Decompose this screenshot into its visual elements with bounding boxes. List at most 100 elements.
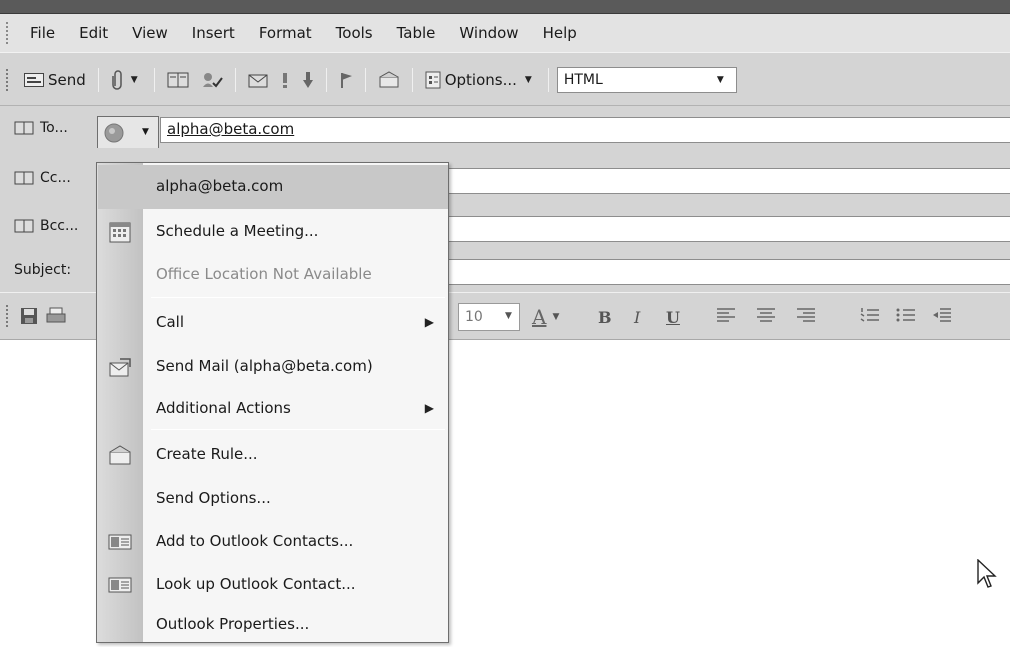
- chevron-down-icon[interactable]: ▼: [127, 75, 142, 85]
- submenu-arrow-icon: ▶: [424, 401, 434, 415]
- menu-help[interactable]: Help: [531, 24, 589, 42]
- message-format-select[interactable]: HTML ▼: [556, 67, 737, 93]
- menu-item-add-to-contacts[interactable]: Add to Outlook Contacts...: [98, 520, 448, 564]
- menu-item-label: Additional Actions: [156, 399, 291, 417]
- signature-envelope-icon: [248, 71, 268, 89]
- menu-table[interactable]: Table: [385, 24, 448, 42]
- menu-tools[interactable]: Tools: [324, 24, 385, 42]
- chevron-down-icon: ▼: [716, 75, 724, 85]
- toolbar-grip-icon[interactable]: [6, 69, 10, 91]
- menu-item-label: Send Mail (alpha@beta.com): [156, 357, 373, 375]
- underline-button[interactable]: U: [666, 303, 680, 331]
- align-right-icon: [796, 307, 816, 327]
- align-center-button[interactable]: [756, 303, 776, 331]
- numbered-list-button[interactable]: [860, 303, 880, 331]
- bulleted-list-button[interactable]: [896, 303, 916, 331]
- menu-item-outlook-properties[interactable]: Outlook Properties...: [98, 603, 448, 647]
- recipient-context-menu: alpha@beta.com Schedule a Meeting... Off…: [96, 162, 449, 643]
- decrease-indent-icon: [932, 307, 952, 327]
- grip-icon[interactable]: [6, 22, 12, 44]
- menu-item-label: Create Rule...: [156, 445, 258, 463]
- menu-window[interactable]: Window: [447, 24, 530, 42]
- menu-item-send-options[interactable]: Send Options...: [98, 477, 448, 521]
- print-icon[interactable]: [46, 307, 66, 329]
- to-field[interactable]: alpha@beta.com: [160, 117, 1010, 143]
- menu-item-label: Outlook Properties...: [156, 615, 310, 633]
- menu-item-additional-actions[interactable]: Additional Actions ▶: [98, 387, 448, 431]
- address-book-icon: [14, 171, 34, 185]
- menu-item-label: Add to Outlook Contacts...: [156, 532, 354, 550]
- menu-item-create-rule[interactable]: Create Rule...: [98, 433, 448, 477]
- rules-icon: [108, 443, 132, 467]
- bcc-button[interactable]: Bcc...: [14, 218, 78, 234]
- menu-item-label: Send Options...: [156, 489, 271, 507]
- chevron-down-icon[interactable]: ▼: [521, 75, 536, 85]
- check-names-button[interactable]: [195, 66, 229, 94]
- menu-item-send-mail[interactable]: Send Mail (alpha@beta.com): [98, 345, 448, 389]
- flag-icon: [339, 71, 353, 89]
- italic-button[interactable]: I: [634, 303, 640, 331]
- align-right-button[interactable]: [796, 303, 816, 331]
- address-book-button[interactable]: [161, 66, 195, 94]
- align-left-button[interactable]: [716, 303, 736, 331]
- send-button[interactable]: Send: [18, 66, 92, 94]
- menu-item-call[interactable]: Call ▶: [98, 301, 448, 345]
- exclamation-icon: [280, 71, 290, 89]
- toolbar-divider: [364, 68, 366, 92]
- to-button[interactable]: To...: [14, 120, 68, 136]
- font-color-icon: A: [532, 305, 547, 329]
- message-format-value: HTML: [563, 72, 603, 88]
- menu-edit[interactable]: Edit: [67, 24, 120, 42]
- font-color-button[interactable]: A ▼: [532, 303, 559, 331]
- menu-insert[interactable]: Insert: [180, 24, 247, 42]
- signature-button[interactable]: [242, 66, 274, 94]
- menu-file[interactable]: File: [18, 24, 67, 42]
- presence-circle-icon: [104, 123, 124, 147]
- cc-button[interactable]: Cc...: [14, 170, 71, 186]
- menu-item-recipient-address[interactable]: alpha@beta.com: [98, 165, 448, 209]
- importance-low-button[interactable]: [296, 66, 320, 94]
- options-button[interactable]: Options... ▼: [419, 66, 542, 94]
- decrease-indent-button[interactable]: [932, 303, 952, 331]
- mouse-pointer-icon: [977, 558, 997, 595]
- options-icon: [425, 71, 441, 89]
- italic-icon: I: [634, 307, 641, 327]
- font-size-select[interactable]: 10 ▼: [458, 303, 520, 331]
- attach-file-button[interactable]: ▼: [105, 66, 148, 94]
- menu-item-label: Office Location Not Available: [156, 265, 372, 283]
- check-names-icon: [201, 71, 223, 89]
- menu-format[interactable]: Format: [247, 24, 324, 42]
- font-size-value: 10: [465, 309, 483, 325]
- importance-high-button[interactable]: [274, 66, 296, 94]
- chevron-down-icon: ▼: [552, 312, 560, 322]
- bold-icon: B: [598, 307, 612, 327]
- toolbar-divider: [411, 68, 413, 92]
- rules-button[interactable]: [372, 66, 406, 94]
- send-mail-icon: [108, 355, 132, 379]
- standard-toolbar: Send ▼ Options... ▼ HTML ▼: [0, 52, 1010, 106]
- menu-item-label: Call: [156, 313, 185, 331]
- rules-icon: [378, 71, 400, 89]
- menu-view[interactable]: View: [120, 24, 180, 42]
- send-envelope-icon: [24, 73, 44, 87]
- send-label: Send: [48, 71, 86, 89]
- menu-bar: File Edit View Insert Format Tools Table…: [0, 14, 1010, 52]
- chevron-down-icon: ▼: [505, 311, 512, 321]
- menu-separator: [151, 429, 445, 430]
- presence-dropdown-button[interactable]: ▼: [97, 116, 159, 148]
- menu-item-schedule-meeting[interactable]: Schedule a Meeting...: [98, 210, 448, 254]
- menu-item-label: Schedule a Meeting...: [156, 222, 319, 240]
- save-icon[interactable]: [20, 307, 38, 329]
- follow-up-flag-button[interactable]: [333, 66, 359, 94]
- toolbar-divider: [325, 68, 327, 92]
- to-recipient[interactable]: alpha@beta.com: [167, 120, 294, 138]
- menu-item-office-location: Office Location Not Available: [98, 253, 448, 297]
- toolbar-divider: [153, 68, 155, 92]
- subject-label: Subject:: [14, 262, 71, 278]
- cc-label: Cc...: [40, 170, 71, 186]
- bold-button[interactable]: B: [598, 303, 612, 331]
- address-book-icon: [14, 121, 34, 135]
- menu-item-look-up-contact[interactable]: Look up Outlook Contact...: [98, 563, 448, 607]
- underline-icon: U: [666, 307, 680, 327]
- toolbar-grip-icon[interactable]: [6, 305, 10, 327]
